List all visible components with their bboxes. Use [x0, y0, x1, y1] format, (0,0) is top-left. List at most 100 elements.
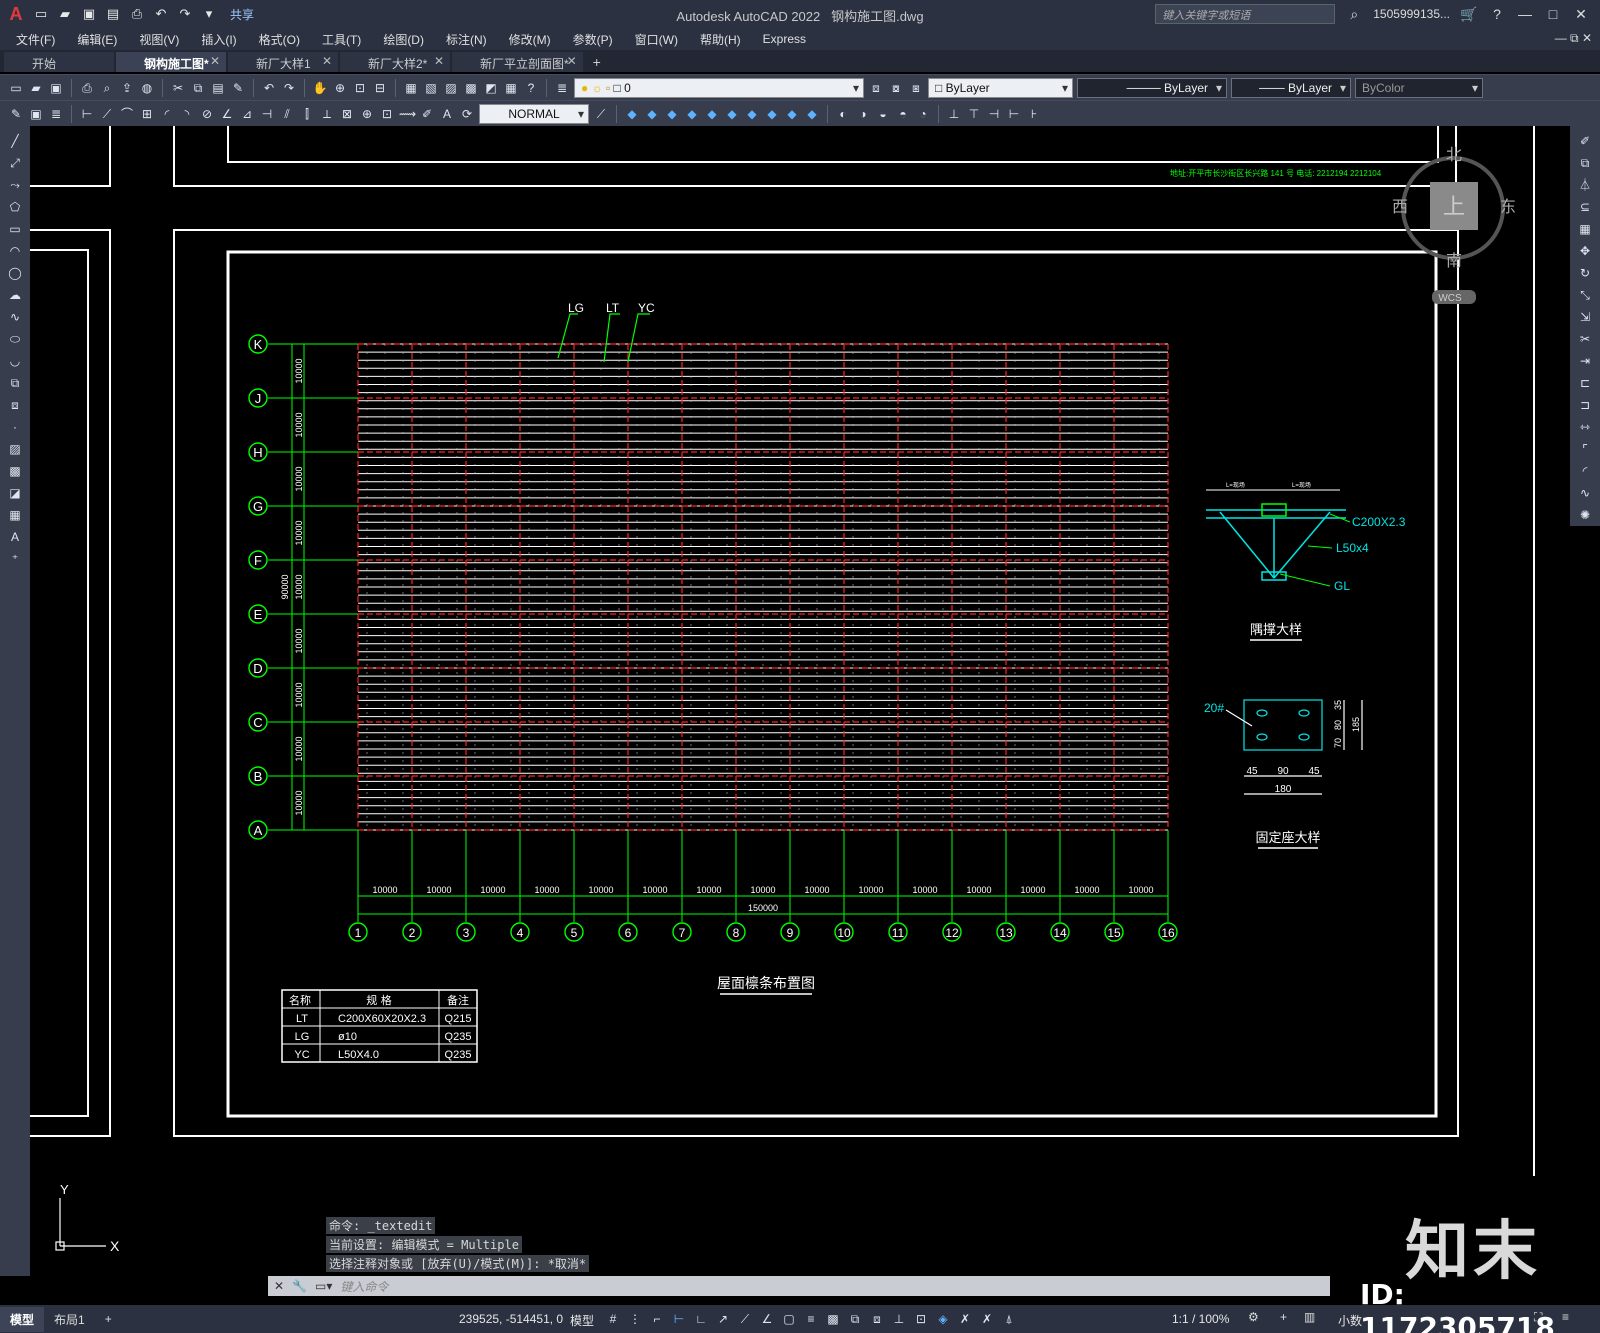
layer-previous-icon[interactable]: ⧇ [888, 80, 904, 96]
space-icon[interactable]: ⫿ [299, 106, 315, 122]
region-icon[interactable]: ◪ [6, 484, 24, 502]
inspect-icon[interactable]: ⊡ [379, 106, 395, 122]
continue-icon[interactable]: ⫽ [279, 106, 295, 122]
rectangle-icon[interactable]: ▭ [6, 220, 24, 238]
extend-icon[interactable]: ⇥ [1576, 352, 1594, 370]
help-icon[interactable]: ? [1488, 6, 1506, 22]
redo-icon[interactable]: ↷ [176, 6, 194, 22]
properties-icon[interactable]: ▦ [403, 80, 419, 96]
trim-icon[interactable]: ✂ [1576, 330, 1594, 348]
view-left-icon[interactable]: ◆ [664, 106, 680, 122]
view-nw-icon[interactable]: ◆ [804, 106, 820, 122]
zoom-realtime-icon[interactable]: ⊕ [332, 80, 348, 96]
cart-icon[interactable]: 🛒 [1460, 6, 1478, 23]
menu-express[interactable]: Express [763, 32, 806, 46]
close-tab-icon[interactable]: ✕ [567, 54, 577, 68]
radius-icon[interactable]: ◜ [159, 106, 175, 122]
compass-east[interactable]: 东 [1500, 197, 1516, 216]
zoom-window-icon[interactable]: ⊡ [352, 80, 368, 96]
table-icon[interactable]: ▦ [6, 506, 24, 524]
auto-scale-icon[interactable]: ✗ [979, 1310, 995, 1328]
tab-detail-1[interactable]: 新厂大样1 ✕ [228, 52, 338, 72]
menu-format[interactable]: 格式(O) [259, 31, 300, 48]
linetype-dropdown[interactable]: ──── ByLayer [1077, 77, 1227, 98]
add-selected-icon[interactable]: ⁺ [6, 550, 24, 568]
baseline-icon[interactable]: ⊣ [259, 106, 275, 122]
save-as-icon[interactable]: ▤ [104, 6, 122, 22]
gradient-icon[interactable]: ▩ [6, 462, 24, 480]
tab-model[interactable]: 模型 [0, 1306, 45, 1332]
arc-length-icon[interactable]: ⌒ [119, 106, 135, 122]
break-icon[interactable]: ⟂ [319, 106, 335, 122]
view-ne-icon[interactable]: ◆ [784, 106, 800, 122]
spline-icon[interactable]: ∿ [6, 308, 24, 326]
blend-icon[interactable]: ∿ [1576, 484, 1594, 502]
dim-edit-icon[interactable]: ✐ [419, 106, 435, 122]
undo-icon[interactable]: ↶ [152, 6, 170, 22]
isodraft-icon[interactable]: ⟋ [737, 1310, 753, 1328]
tab-layout1[interactable]: 布局1 [44, 1307, 95, 1332]
ordinate-icon[interactable]: ⊞ [139, 106, 155, 122]
drawing-canvas[interactable]: 地址:开平市长沙街区长兴路 141 号 电话: 2212194 2212104 … [0, 105, 1570, 1276]
menu-edit[interactable]: 编辑(E) [77, 31, 117, 48]
circle-icon[interactable]: ◯ [6, 264, 24, 282]
menu-window[interactable]: 窗口(W) [635, 31, 678, 48]
dynamic-ucs-icon[interactable]: ⊥ [891, 1310, 907, 1328]
view-sw-icon[interactable]: ◆ [744, 106, 760, 122]
close-tab-icon[interactable]: ✕ [210, 54, 220, 68]
new-tab-icon[interactable]: + [585, 52, 609, 72]
sheet-set-icon[interactable]: ▩ [463, 80, 479, 96]
color-dropdown[interactable]: □ ByLayer [928, 77, 1073, 98]
ucs-face-icon[interactable]: ⊢ [1006, 106, 1022, 122]
infer-icon[interactable]: ⌐ [649, 1310, 665, 1328]
ucs-previous-icon[interactable]: ⊣ [986, 106, 1002, 122]
layer-states-icon[interactable]: ⧆ [908, 80, 924, 96]
stretch-icon[interactable]: ⇲ [1576, 308, 1594, 326]
mirror-icon[interactable]: ⏃ [1576, 176, 1594, 194]
share-button[interactable]: 共享 [230, 6, 254, 23]
new-icon[interactable]: ▭ [32, 6, 50, 22]
compass-north[interactable]: 北 [1446, 145, 1462, 164]
selection-cycling-icon[interactable]: ⧉ [847, 1310, 863, 1328]
center-mark-icon[interactable]: ⊕ [359, 106, 375, 122]
line-icon[interactable]: ╱ [6, 132, 24, 150]
menu-dimension[interactable]: 标注(N) [446, 31, 487, 48]
open-icon[interactable]: ▰ [28, 80, 44, 96]
save-icon[interactable]: ▣ [80, 6, 98, 22]
scale-icon[interactable]: ⤡ [1576, 286, 1594, 304]
menu-parametric[interactable]: 参数(P) [573, 31, 613, 48]
revcloud-icon[interactable]: ☁ [6, 286, 24, 304]
explode-icon[interactable]: ✺ [1576, 506, 1594, 524]
join-icon[interactable]: ⇿ [1576, 418, 1594, 436]
command-input[interactable]: 键入命令 [340, 1278, 388, 1295]
plotstyle-dropdown[interactable]: ByColor [1355, 77, 1483, 98]
menu-insert[interactable]: 插入(I) [201, 31, 236, 48]
tab-steel-construction[interactable]: 钢构施工图* ✕ [116, 52, 226, 72]
jogged-icon[interactable]: ◝ [179, 106, 195, 122]
edit-icon[interactable]: ✎ [8, 106, 24, 122]
linear-dim-icon[interactable]: ⊢ [79, 106, 95, 122]
plot-icon[interactable]: ⎙ [128, 6, 146, 22]
move-icon[interactable]: ✥ [1576, 242, 1594, 260]
menu-draw[interactable]: 绘图(D) [383, 31, 424, 48]
menu-modify[interactable]: 修改(M) [509, 31, 551, 48]
lineweight-icon[interactable]: ≡ [803, 1310, 819, 1328]
drawing-svg[interactable]: 地址:开平市长沙街区长兴路 141 号 电话: 2212194 2212104 … [0, 105, 1570, 1276]
design-center-icon[interactable]: ▧ [423, 80, 439, 96]
break-icon[interactable]: ⊐ [1576, 396, 1594, 414]
qat-dropdown-icon[interactable]: ▾ [200, 6, 218, 22]
units-display[interactable]: 小数 [1338, 1312, 1362, 1329]
close-tab-icon[interactable]: ✕ [434, 54, 444, 68]
annotation-scale-icon[interactable]: ⍋ [1001, 1310, 1017, 1328]
chamfer-icon[interactable]: ⌜ [1576, 440, 1594, 458]
angular-icon[interactable]: ∠ [219, 106, 235, 122]
view-back-icon[interactable]: ◆ [724, 106, 740, 122]
view-right-icon[interactable]: ◆ [684, 106, 700, 122]
menu-view[interactable]: 视图(V) [139, 31, 179, 48]
tab-detail-2[interactable]: 新厂大样2* ✕ [340, 52, 450, 72]
snap-icon[interactable]: ⋮ [627, 1310, 643, 1328]
view-cube[interactable]: 上 北 南 西 东 WCS [1392, 145, 1516, 304]
model-space-toggle[interactable]: 模型 [570, 1312, 594, 1329]
view-bottom-icon[interactable]: ◆ [644, 106, 660, 122]
dynamic-input-icon[interactable]: ⊢ [671, 1310, 687, 1328]
